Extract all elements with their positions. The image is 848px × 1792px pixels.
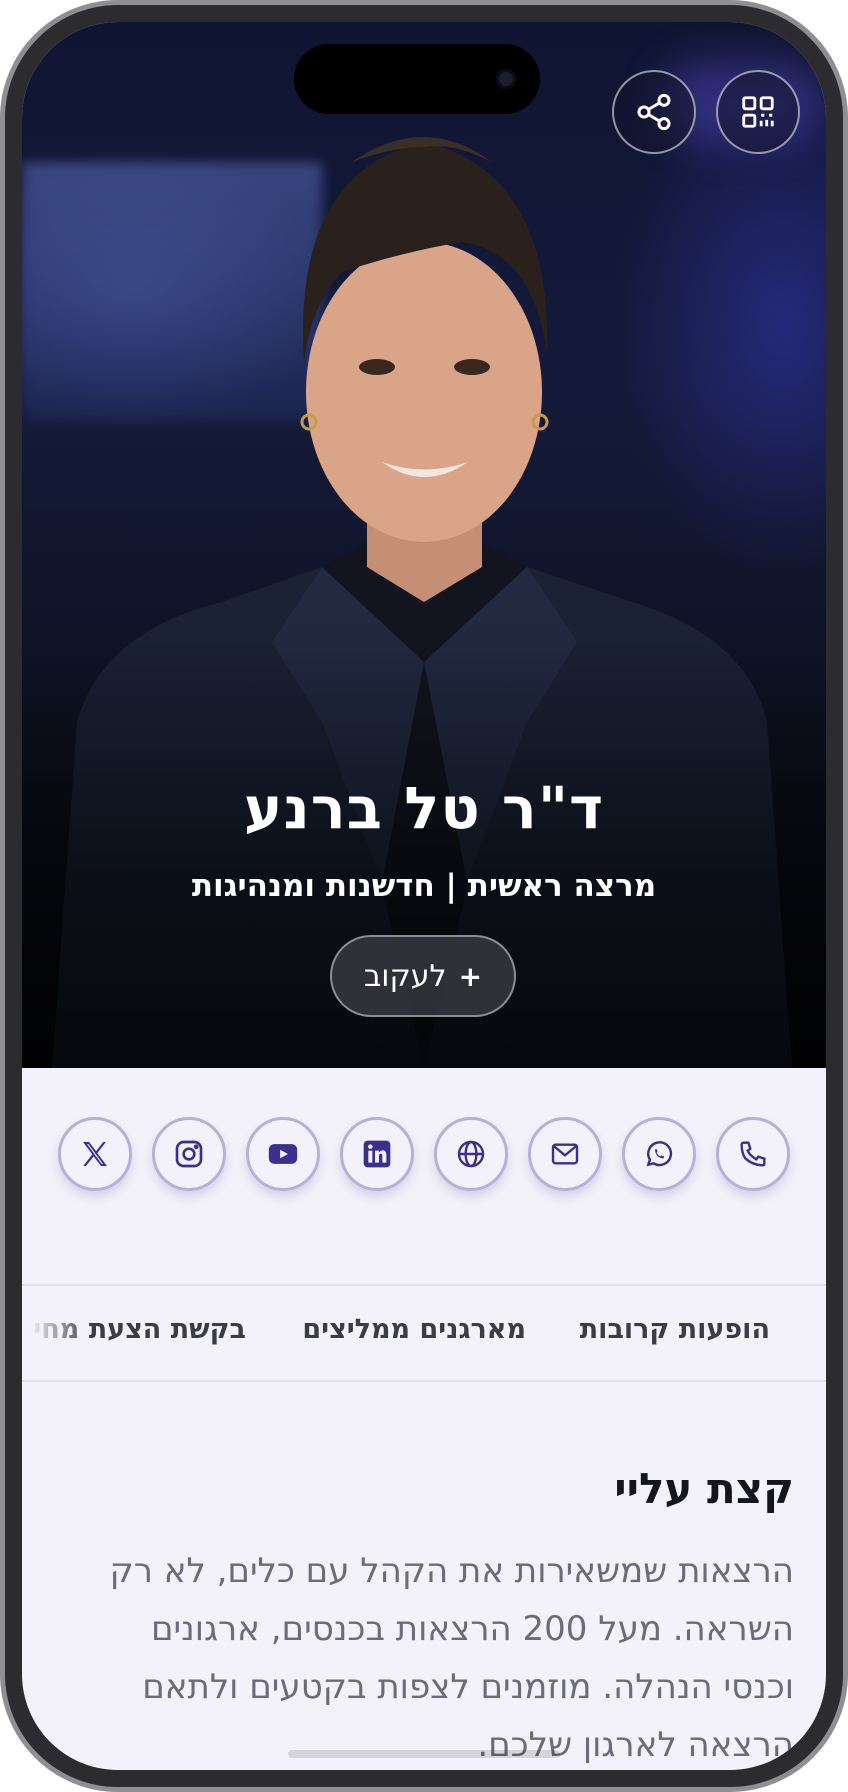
tab-recommending-organizers[interactable]: מארגנים ממליצים bbox=[302, 1314, 526, 1345]
profile-name: ד"ר טל ברנע bbox=[243, 774, 605, 842]
app-screen: ד"ר טל ברנע מרצה ראשית | חדשנות ומנהיגות… bbox=[22, 22, 826, 1770]
qr-code-button[interactable] bbox=[716, 70, 800, 154]
email-icon bbox=[551, 1143, 579, 1165]
whatsapp-icon bbox=[646, 1141, 673, 1167]
x-icon bbox=[83, 1142, 107, 1166]
follow-label: לעקוב bbox=[363, 958, 447, 994]
youtube-button[interactable] bbox=[246, 1117, 320, 1191]
plus-icon: + bbox=[458, 959, 483, 993]
youtube-icon bbox=[268, 1144, 298, 1164]
globe-icon bbox=[457, 1140, 485, 1168]
phone-icon bbox=[740, 1141, 766, 1167]
instagram-button[interactable] bbox=[152, 1117, 226, 1191]
share-icon bbox=[637, 93, 671, 131]
dynamic-island bbox=[294, 44, 540, 114]
tabs-scroll-fade bbox=[22, 1286, 92, 1380]
linkedin-button[interactable] bbox=[340, 1117, 414, 1191]
home-indicator[interactable] bbox=[288, 1750, 560, 1758]
social-links bbox=[58, 1117, 818, 1197]
about-text: הרצאות שמשאירות את הקהל עם כלים, לא רק ה… bbox=[109, 1551, 794, 1765]
instagram-icon bbox=[175, 1140, 203, 1168]
qr-code-icon bbox=[742, 96, 774, 128]
share-button[interactable] bbox=[612, 70, 696, 154]
tab-upcoming-events[interactable]: הופעות קרובות bbox=[580, 1314, 770, 1345]
whatsapp-button[interactable] bbox=[622, 1117, 696, 1191]
section-tabs: הופעות קרובות מארגנים ממליצים בקשת הצעת … bbox=[22, 1284, 826, 1382]
linkedin-icon bbox=[363, 1140, 391, 1168]
phone-button[interactable] bbox=[716, 1117, 790, 1191]
website-button[interactable] bbox=[434, 1117, 508, 1191]
email-button[interactable] bbox=[528, 1117, 602, 1191]
follow-button[interactable]: + לעקוב bbox=[330, 935, 516, 1017]
x-button[interactable] bbox=[58, 1117, 132, 1191]
about-title: קצת עליי bbox=[614, 1464, 794, 1513]
profile-hero: ד"ר טל ברנע מרצה ראשית | חדשנות ומנהיגות… bbox=[22, 22, 826, 1068]
profile-title: מרצה ראשית | חדשנות ומנהיגות bbox=[191, 868, 657, 904]
camera-icon bbox=[496, 69, 516, 89]
